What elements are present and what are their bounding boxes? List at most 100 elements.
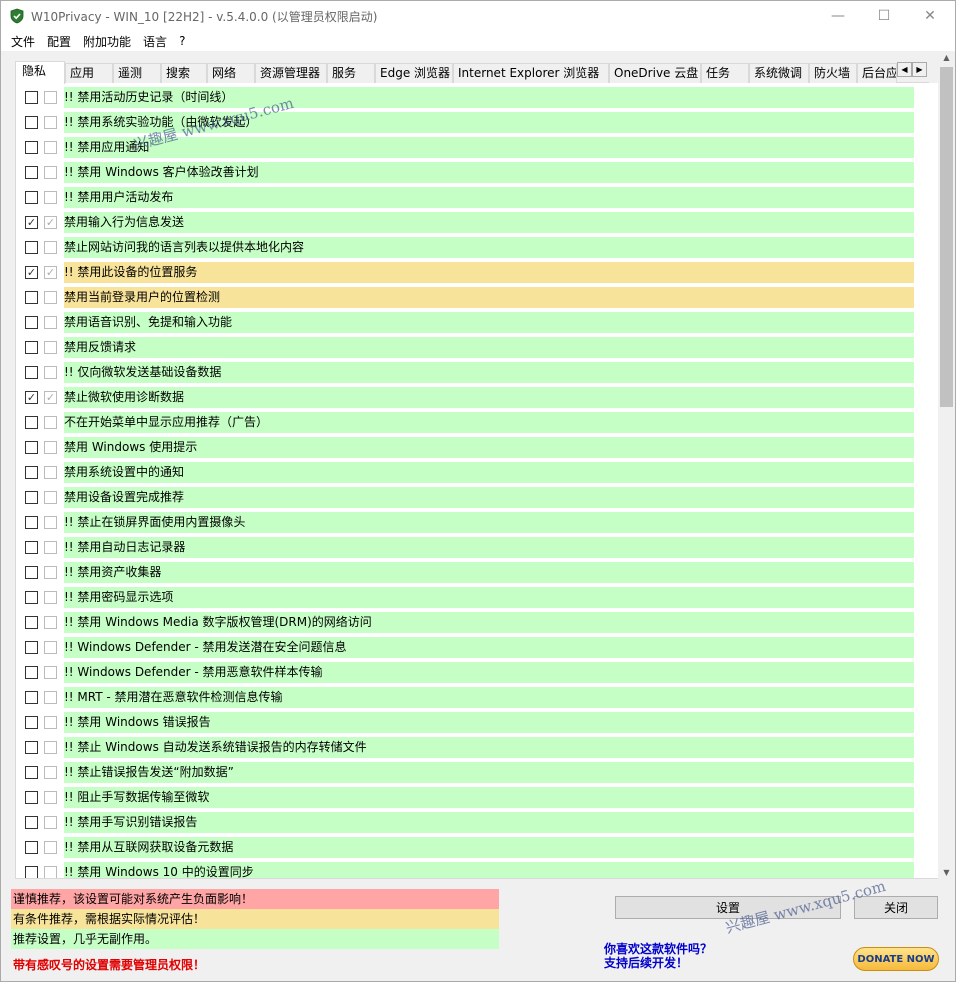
tab-scroll-left-icon[interactable]: ◀ <box>897 62 912 77</box>
tab-background-apps[interactable]: 后台应 <box>857 63 897 83</box>
setting-row[interactable]: !! 禁用资产收集器 <box>16 558 916 583</box>
setting-checkbox[interactable] <box>25 241 38 254</box>
setting-checkbox[interactable]: ✓ <box>25 391 38 404</box>
tab-firewall[interactable]: 防火墙 <box>809 63 857 83</box>
setting-default-checkbox <box>44 666 57 679</box>
setting-row[interactable]: 禁止网站访问我的语言列表以提供本地化内容 <box>16 233 916 258</box>
setting-checkbox[interactable] <box>25 666 38 679</box>
setting-default-checkbox <box>44 366 57 379</box>
setting-row[interactable]: !! 禁用密码显示选项 <box>16 583 916 608</box>
setting-checkbox[interactable] <box>25 116 38 129</box>
setting-row[interactable]: !! MRT - 禁用潜在恶意软件检测信息传输 <box>16 683 916 708</box>
tab-ie[interactable]: Internet Explorer 浏览器 <box>453 63 609 83</box>
scroll-down-icon[interactable]: ▼ <box>938 866 955 880</box>
setting-row[interactable]: 不在开始菜单中显示应用推荐（广告） <box>16 408 916 433</box>
setting-checkbox[interactable] <box>25 491 38 504</box>
setting-checkbox[interactable] <box>25 616 38 629</box>
setting-row[interactable]: !! 禁用用户活动发布 <box>16 183 916 208</box>
setting-checkbox[interactable] <box>25 591 38 604</box>
setting-row[interactable]: !! 禁用从互联网获取设备元数据 <box>16 833 916 858</box>
setting-row[interactable]: !! 禁用 Windows 客户体验改善计划 <box>16 158 916 183</box>
tab-privacy[interactable]: 隐私 <box>15 61 65 84</box>
setting-row[interactable]: ✓ ✓ 禁止微软使用诊断数据 <box>16 383 916 408</box>
setting-label: !! 阻止手写数据传输至微软 <box>64 787 914 808</box>
menu-help[interactable]: ? <box>175 34 193 48</box>
setting-row[interactable]: !! 禁用 Windows 错误报告 <box>16 708 916 733</box>
setting-row[interactable]: !! 禁止错误报告发送“附加数据” <box>16 758 916 783</box>
tab-onedrive[interactable]: OneDrive 云盘 <box>609 63 701 83</box>
setting-row[interactable]: !! Windows Defender - 禁用恶意软件样本传输 <box>16 658 916 683</box>
minimize-button[interactable]: — <box>815 1 861 31</box>
setting-checkbox[interactable] <box>25 641 38 654</box>
setting-checkbox[interactable] <box>25 766 38 779</box>
setting-default-checkbox <box>44 191 57 204</box>
donate-button[interactable]: DONATE NOW <box>853 947 939 971</box>
tab-network[interactable]: 网络 <box>207 63 255 83</box>
setting-checkbox[interactable] <box>25 791 38 804</box>
setting-checkbox[interactable] <box>25 291 38 304</box>
setting-row[interactable]: 禁用系统设置中的通知 <box>16 458 916 483</box>
setting-checkbox[interactable] <box>25 841 38 854</box>
setting-row[interactable]: 禁用当前登录用户的位置检测 <box>16 283 916 308</box>
setting-row[interactable]: ✓ ✓ !! 禁用此设备的位置服务 <box>16 258 916 283</box>
setting-row[interactable]: !! 禁用 Windows Media 数字版权管理(DRM)的网络访问 <box>16 608 916 633</box>
setting-row[interactable]: 禁用 Windows 使用提示 <box>16 433 916 458</box>
scrollbar-thumb[interactable] <box>940 67 953 407</box>
vertical-scrollbar[interactable]: ▲ ▼ <box>938 51 955 880</box>
close-window-button[interactable]: ✕ <box>907 1 953 31</box>
window-title: W10Privacy - WIN_10 [22H2] - v.5.4.0.0 (… <box>31 9 378 24</box>
tab-telemetry[interactable]: 遥测 <box>113 63 161 83</box>
menu-extras[interactable]: 附加功能 <box>79 33 139 50</box>
setting-row[interactable]: !! Windows Defender - 禁用发送潜在安全问题信息 <box>16 633 916 658</box>
setting-checkbox[interactable]: ✓ <box>25 266 38 279</box>
setting-row[interactable]: !! 禁止 Windows 自动发送系统错误报告的内存转储文件 <box>16 733 916 758</box>
tab-tasks[interactable]: 任务 <box>701 63 749 83</box>
tab-apps[interactable]: 应用 <box>65 63 113 83</box>
setting-default-checkbox <box>44 91 57 104</box>
menu-language[interactable]: 语言 <box>139 33 175 50</box>
setting-checkbox[interactable] <box>25 816 38 829</box>
tab-search[interactable]: 搜索 <box>161 63 207 83</box>
setting-checkbox[interactable] <box>25 541 38 554</box>
setting-checkbox[interactable] <box>25 741 38 754</box>
setting-checkbox[interactable] <box>25 191 38 204</box>
tab-scroll-right-icon[interactable]: ▶ <box>912 62 927 77</box>
setting-checkbox[interactable] <box>25 341 38 354</box>
setting-checkbox[interactable]: ✓ <box>25 216 38 229</box>
setting-row[interactable]: 禁用设备设置完成推荐 <box>16 483 916 508</box>
setting-checkbox[interactable] <box>25 466 38 479</box>
setting-row[interactable]: !! 禁用 Windows 10 中的设置同步 <box>16 858 916 878</box>
setting-checkbox[interactable] <box>25 516 38 529</box>
setting-checkbox[interactable] <box>25 566 38 579</box>
setting-checkbox[interactable] <box>25 91 38 104</box>
setting-checkbox[interactable] <box>25 416 38 429</box>
setting-row[interactable]: !! 禁用自动日志记录器 <box>16 533 916 558</box>
tab-services[interactable]: 服务 <box>327 63 375 83</box>
menu-config[interactable]: 配置 <box>43 33 79 50</box>
setting-checkbox[interactable] <box>25 366 38 379</box>
shield-icon <box>10 8 24 24</box>
setting-row[interactable]: !! 禁止在锁屏界面使用内置摄像头 <box>16 508 916 533</box>
setting-checkbox[interactable] <box>25 691 38 704</box>
setting-row[interactable]: 禁用语音识别、免提和输入功能 <box>16 308 916 333</box>
setting-label: !! 禁止在锁屏界面使用内置摄像头 <box>64 512 914 533</box>
setting-checkbox[interactable] <box>25 166 38 179</box>
tab-tweaks[interactable]: 系统微调 <box>749 63 809 83</box>
setting-row[interactable]: !! 仅向微软发送基础设备数据 <box>16 358 916 383</box>
setting-row[interactable]: 禁用反馈请求 <box>16 333 916 358</box>
tab-explorer[interactable]: 资源管理器 <box>255 63 327 83</box>
setting-default-checkbox <box>44 566 57 579</box>
setting-row[interactable]: !! 禁用活动历史记录（时间线） <box>16 83 916 108</box>
setting-checkbox[interactable] <box>25 441 38 454</box>
setting-row[interactable]: ✓ ✓ 禁用输入行为信息发送 <box>16 208 916 233</box>
tab-edge[interactable]: Edge 浏览器 <box>375 63 453 83</box>
setting-checkbox[interactable] <box>25 316 38 329</box>
setting-checkbox[interactable] <box>25 716 38 729</box>
menu-file[interactable]: 文件 <box>7 33 43 50</box>
maximize-button[interactable]: ☐ <box>861 1 907 31</box>
setting-checkbox[interactable] <box>25 866 38 878</box>
setting-row[interactable]: !! 禁用手写识别错误报告 <box>16 808 916 833</box>
setting-row[interactable]: !! 阻止手写数据传输至微软 <box>16 783 916 808</box>
scroll-up-icon[interactable]: ▲ <box>938 51 955 65</box>
setting-checkbox[interactable] <box>25 141 38 154</box>
